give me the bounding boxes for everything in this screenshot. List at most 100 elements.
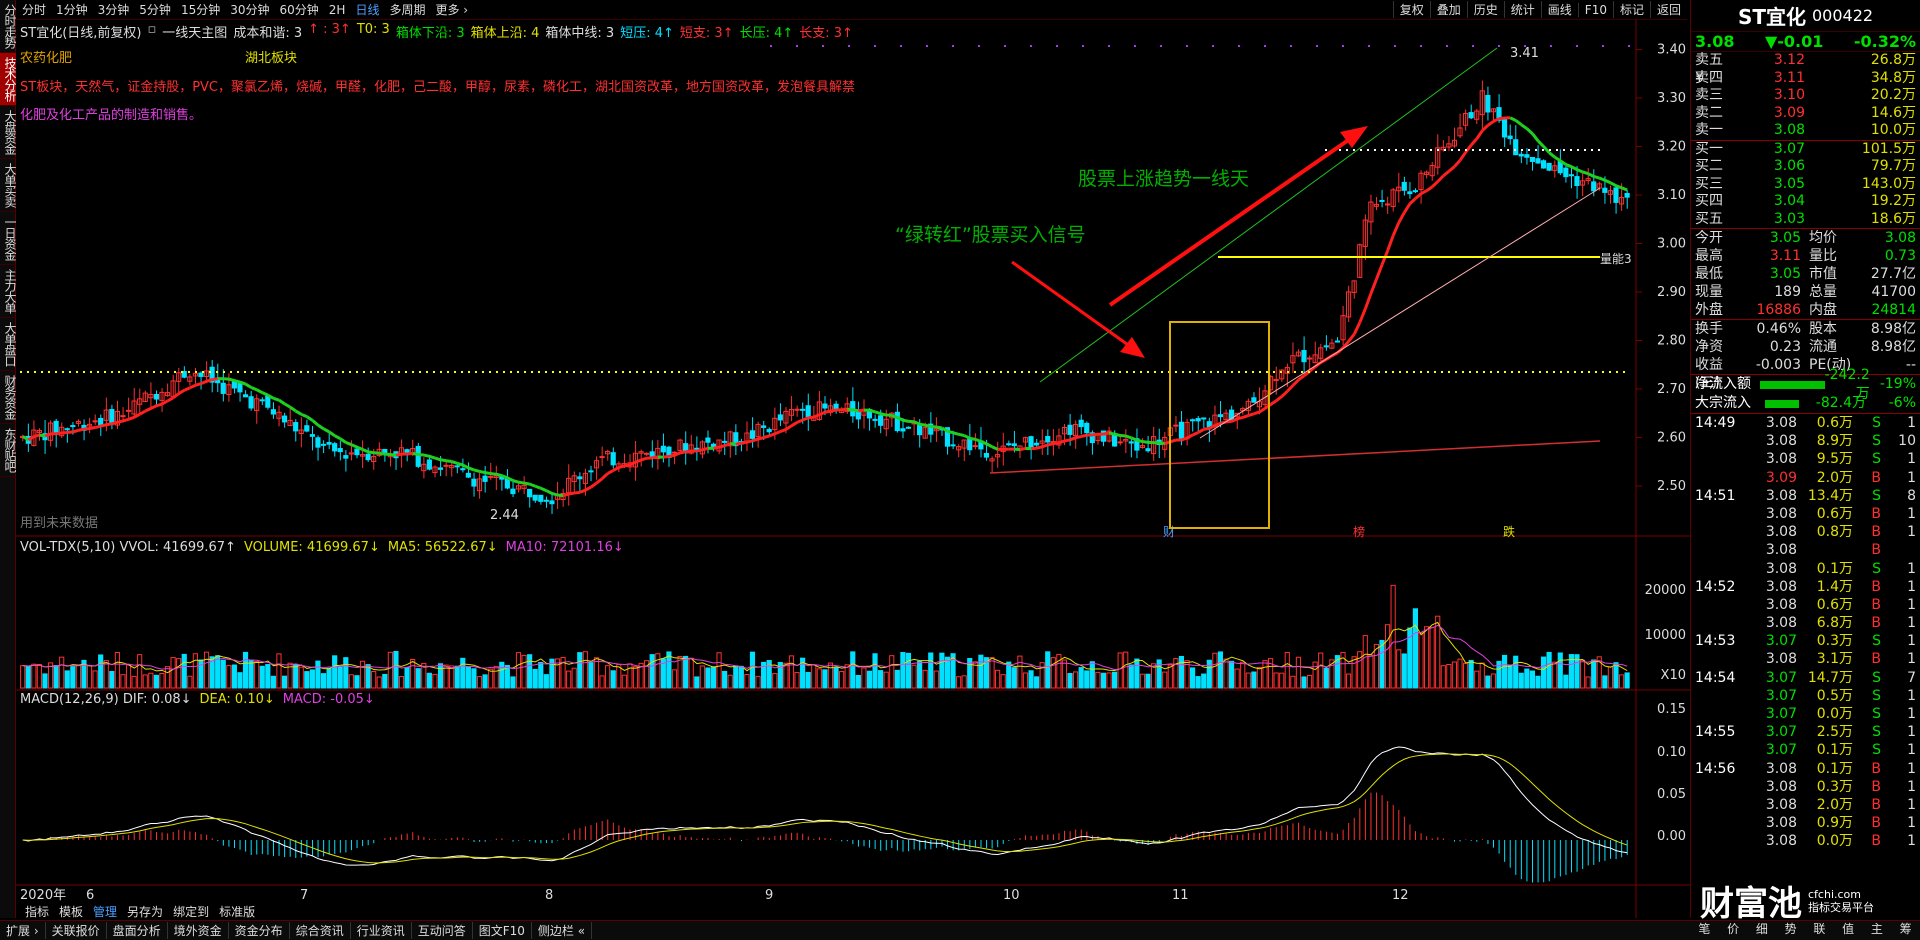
volume-bar [1162, 671, 1168, 689]
volume-bar [733, 665, 739, 689]
candle-body [510, 488, 516, 495]
quote-tab-5[interactable]: 值 [1834, 920, 1863, 937]
tick-price: 3.08 [1765, 815, 1797, 832]
quote-tab-1[interactable]: 价 [1719, 920, 1748, 937]
candle-body [1323, 345, 1329, 348]
candle-body [538, 494, 544, 502]
candle-body [315, 437, 321, 448]
tick-volume: 0.5万 [1816, 687, 1853, 704]
event-dot [848, 45, 850, 47]
sector-industry[interactable]: 农药化肥 [20, 47, 72, 66]
volume-bar [270, 675, 276, 689]
ma-line-segment [980, 440, 988, 446]
stat-row: 换手 0.46% 股本 8.98亿 [1691, 320, 1920, 338]
bottom-tab-5[interactable]: 综合资讯 [290, 922, 351, 939]
candle-body [527, 488, 533, 498]
volume-bar [515, 652, 522, 689]
quote-tab-7[interactable]: 筹 [1891, 920, 1920, 937]
tick-list[interactable]: 14:49 3.08 0.6万 S 1 3.08 8.9万 S 10 3.08 9.5万 S 1 3.09… [1691, 414, 1920, 851]
bottom-tab-6[interactable]: 行业资讯 [351, 922, 412, 939]
bottom-tab-1[interactable]: 关联报价 [46, 922, 107, 939]
quote-tab-2[interactable]: 细 [1748, 920, 1777, 937]
sector-region[interactable]: 湖北板块 [245, 47, 297, 66]
tick-volume: 0.6万 [1816, 415, 1853, 431]
tick-time [1695, 614, 1743, 632]
stat-value: 0.73 [1884, 248, 1916, 264]
legend-item: 短压: 4↑ [620, 26, 674, 41]
bottom-tab-2[interactable]: 盘面分析 [107, 922, 168, 939]
order-volume: 34.8万 [1870, 69, 1916, 86]
vol-legend-item: MA10: 72101.16↓ [505, 540, 624, 555]
quote-tab-4[interactable]: 联 [1805, 920, 1834, 937]
bottom-tab-7[interactable]: 互动问答 [412, 922, 473, 939]
indicator-button-2[interactable]: 管理 [88, 903, 122, 920]
candle-body [460, 468, 466, 471]
volume-bar [978, 654, 984, 689]
ma-line-segment [1447, 165, 1456, 173]
candle-body [70, 425, 76, 428]
indicator-button-0[interactable]: 指标 [20, 903, 54, 920]
candle-body [1067, 424, 1073, 435]
candle-body [1507, 135, 1513, 140]
quote-tab-3[interactable]: 势 [1776, 920, 1805, 937]
bottom-tab-3[interactable]: 境外资金 [168, 922, 229, 939]
ma-line-segment [89, 426, 96, 430]
volume-bar [939, 652, 945, 689]
ma-line-segment [1475, 129, 1484, 140]
event-dot [1472, 45, 1474, 47]
volume-bar [1095, 671, 1101, 689]
legend-item: 箱体中线: 3 [545, 26, 615, 41]
quote-tab-6[interactable]: 主 [1863, 920, 1892, 937]
bottom-tab-0[interactable]: 扩展 › [0, 922, 46, 939]
volume-bar [1050, 657, 1056, 689]
indicator-button-3[interactable]: 另存为 [122, 903, 168, 920]
candle-body [265, 395, 271, 408]
ma-line-segment [818, 410, 826, 416]
indicator-button-1[interactable]: 模板 [54, 903, 88, 920]
tick-time [1695, 596, 1743, 614]
ma-line-segment [724, 442, 731, 448]
ma-line-segment [1470, 137, 1478, 146]
ma-line-segment [584, 485, 592, 492]
quote-tab-0[interactable]: 笔 [1690, 920, 1719, 937]
volume-bar [332, 655, 338, 689]
ma-line-segment [228, 377, 235, 383]
tick-row: 3.08 3.1万 B 1 [1691, 650, 1920, 668]
candle-body [1173, 424, 1179, 427]
tick-volume: 6.8万 [1816, 615, 1853, 632]
candle-body [309, 434, 315, 437]
order-volume: 101.5万 [1861, 140, 1916, 157]
ma-line-segment [501, 474, 509, 480]
volume-bar [499, 661, 505, 689]
tick-count: 1 [1907, 742, 1916, 759]
candle-body [983, 452, 990, 458]
indicator-button-5[interactable]: 标准版 [214, 903, 260, 920]
candle-body [532, 494, 538, 501]
flow-bar [1765, 399, 1799, 408]
bottom-tab-8[interactable]: 图文F10 [473, 922, 532, 939]
candle-body [1201, 417, 1207, 420]
tick-price: 3.08 [1765, 760, 1797, 777]
ma-line-segment [1286, 384, 1295, 393]
tick-row: 3.08 0.8万 B 1 [1691, 523, 1920, 541]
bottom-tab-4[interactable]: 资金分布 [229, 922, 290, 939]
ma-line-segment [1598, 176, 1606, 182]
tick-side: S [1872, 724, 1881, 741]
ma-line-segment [802, 416, 809, 422]
candle-body [950, 444, 956, 447]
candle-body [878, 415, 884, 426]
bottom-tab-9[interactable]: 侧边栏 « [532, 922, 593, 939]
indicator-button-4[interactable]: 绑定到 [168, 903, 214, 920]
kline-chart[interactable]: 3.40 3.30 3.20 3.10 3.00 2.90 2.80 2.70 2.60 2.50… [0, 0, 1690, 920]
stat-label: 流通 [1809, 339, 1837, 355]
volume-bar [376, 676, 382, 689]
ma-line-segment [790, 421, 798, 428]
order-volume: 14.6万 [1870, 104, 1916, 121]
ma-line-segment [289, 405, 297, 413]
volume-bar [92, 670, 98, 689]
ma-line-segment [590, 481, 598, 489]
ma-line-segment [300, 412, 308, 419]
tick-count: 1 [1907, 578, 1916, 595]
volume-bar [995, 669, 1001, 689]
ma-line-segment [211, 377, 219, 382]
